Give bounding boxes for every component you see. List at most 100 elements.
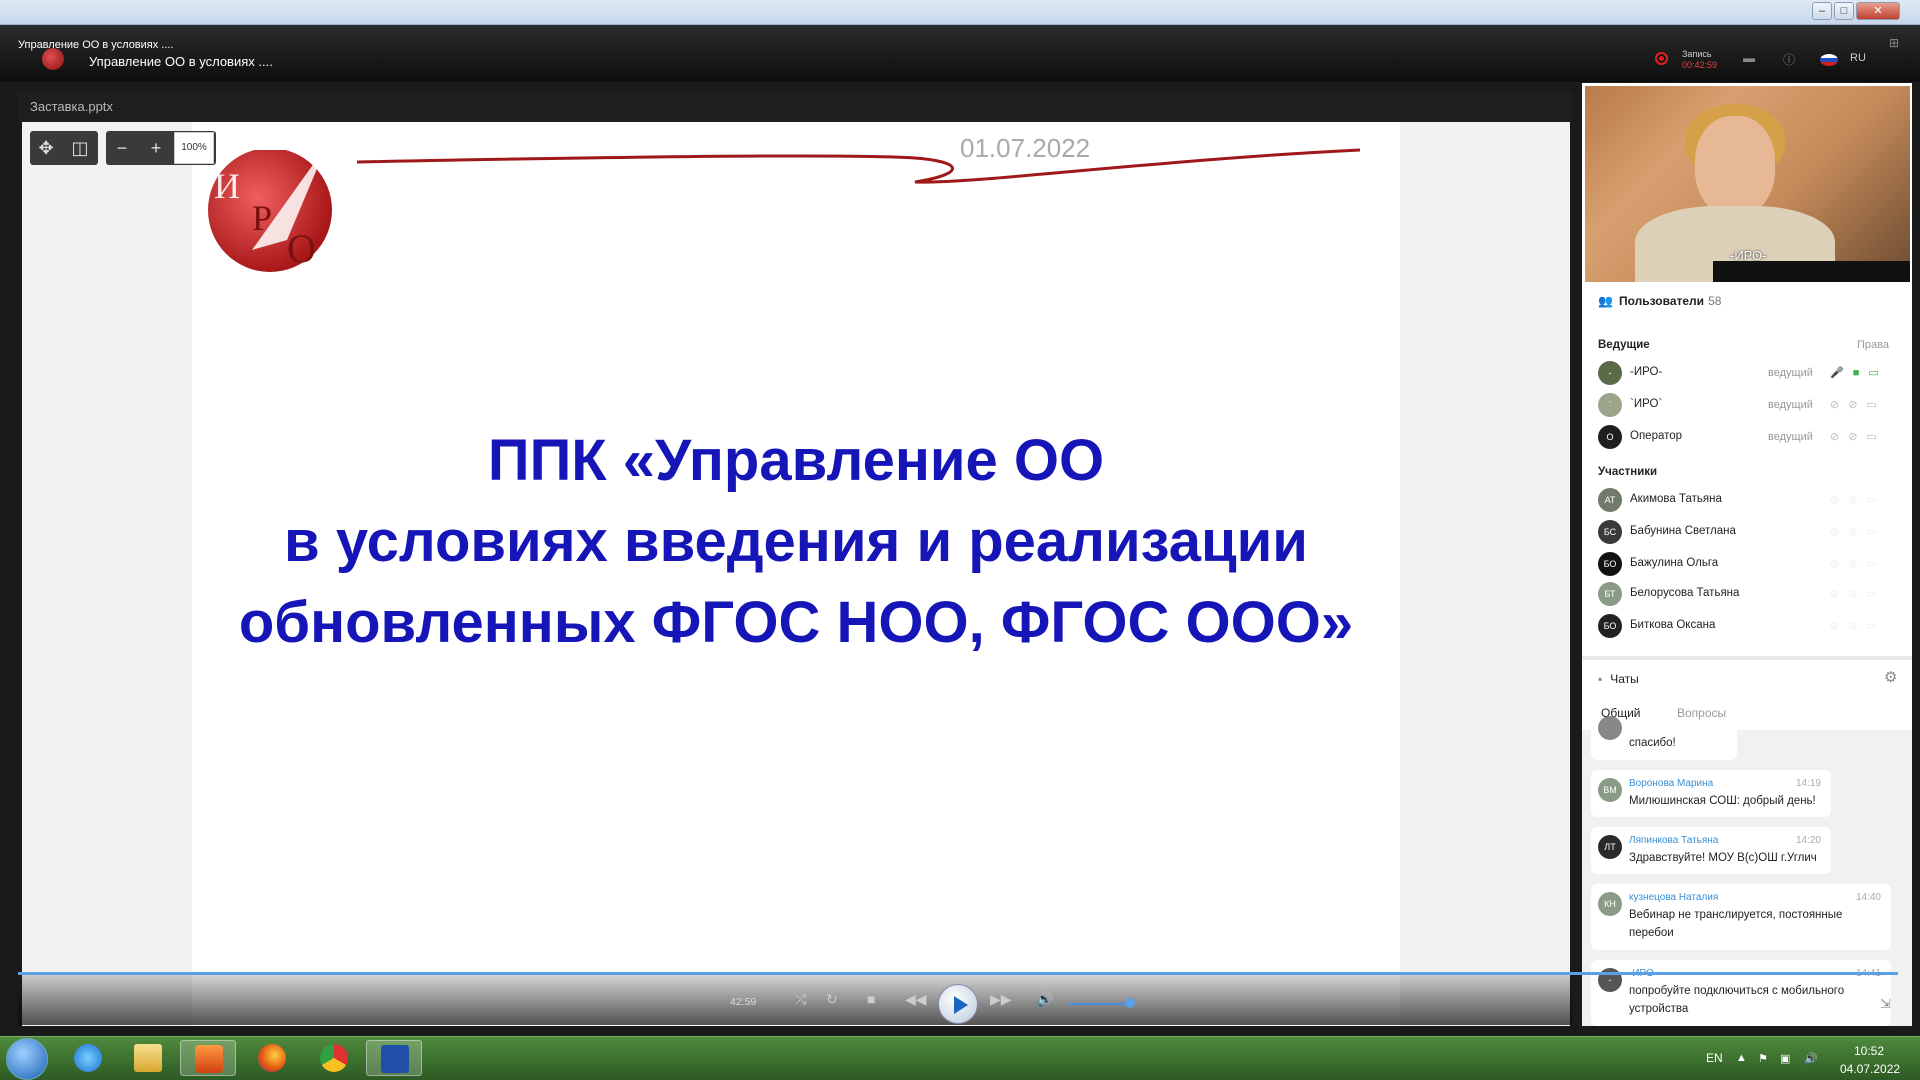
svg-text:Р: Р [252,198,272,238]
avatar: АТ [1598,488,1622,512]
media-player-icon [195,1045,223,1073]
taskbar-internet-explorer[interactable] [60,1040,116,1076]
zoom-in-button[interactable]: + [140,131,172,165]
ie-icon [74,1044,102,1072]
folder-icon[interactable]: ▬ [1741,51,1757,67]
app-logo-icon [42,48,64,70]
rewind-icon[interactable]: ◀◀ [905,991,927,1008]
participant-icons[interactable]: ⊘⊘▭ [1830,557,1886,570]
gear-icon[interactable]: ⚙ [1884,668,1897,686]
host-row[interactable]: О Оператор ведущий ⊘⊘▭ [1598,425,1898,449]
close-button[interactable]: ✕ [1856,2,1900,20]
tab-questions[interactable]: Вопросы [1677,706,1726,720]
participant-icons[interactable]: ⊘⊘▭ [1830,525,1886,538]
taskbar-explorer[interactable] [120,1040,176,1076]
record-time: 00:42:59 [1682,60,1718,70]
participant-row[interactable]: БТ Белорусова Татьяна ⊘⊘▭ [1598,582,1898,606]
taskbar-chrome[interactable] [306,1040,362,1076]
volume-slider[interactable] [1068,1003,1132,1005]
volume-knob[interactable] [1125,998,1135,1008]
play-button[interactable] [938,984,978,1024]
playback-time: 42:59 [730,996,757,1008]
taskbar-word[interactable] [366,1040,422,1076]
participant-name: Акимова Татьяна [1630,493,1722,505]
chat-icon: ▪ [1598,672,1603,686]
os-window-titlebar: – □ ✕ [0,0,1920,25]
avatar: БО [1598,614,1622,638]
slide-title-line-2: в условиях введения и реализации [284,509,1308,574]
tray-flag-icon[interactable]: ⚑ [1758,1052,1768,1065]
chat-time: 14:20 [1795,835,1821,846]
repeat-icon[interactable]: ↻ [826,991,838,1008]
shuffle-icon[interactable]: ⤮ [795,991,806,1008]
tray-language[interactable]: EN [1706,1051,1723,1065]
mic-camera-off-icons[interactable]: ⊘⊘▭ [1830,398,1886,411]
users-header[interactable]: 👥 Пользователи 58 [1598,294,1721,308]
tray-arrow-icon[interactable]: ▲ [1736,1052,1747,1064]
participant-icons[interactable]: ⊘⊘▭ [1830,619,1886,632]
info-icon[interactable]: ⓘ [1781,51,1797,67]
participant-row[interactable]: АТ Акимова Татьяна ⊘⊘▭ [1598,488,1898,512]
taskbar-media-player[interactable] [180,1040,236,1076]
rights-label: Права [1857,339,1889,351]
mic-camera-off-icons[interactable]: ⊘⊘▭ [1830,430,1886,443]
fullscreen-icon[interactable]: ⊞ [1886,36,1902,52]
participant-row[interactable]: БС Бабунина Светлана ⊘⊘▭ [1598,520,1898,544]
tray-volume-icon[interactable]: 🔊 [1804,1052,1818,1065]
host-name: Оператор [1630,430,1683,442]
minimize-button[interactable]: – [1812,2,1832,20]
taskbar-firefox[interactable] [244,1040,300,1076]
stop-icon[interactable]: ■ [867,991,875,1007]
expand-chat-icon[interactable]: ⇲ [1880,996,1891,1012]
host-name: `ИРО` [1630,398,1663,410]
chat-message-text: попробуйте подключиться с мобильного уст… [1629,985,1845,1015]
firefox-icon [258,1044,286,1072]
panel-splitter[interactable] [1582,656,1912,660]
chat-author: кузнецова Наталия [1629,892,1719,903]
word-icon [381,1045,409,1073]
participant-icons[interactable]: ⊘⊘▭ [1830,587,1886,600]
host-row[interactable]: - -ИРО- ведущий 🎤■▭ [1598,361,1898,385]
record-label: Запись [1682,49,1712,59]
folder-icon [134,1044,162,1072]
presentation-file-name: Заставка.pptx [30,99,113,114]
clock-time[interactable]: 10:52 [1854,1044,1884,1058]
users-title: Пользователи [1618,294,1705,308]
host-row[interactable]: ` `ИРО` ведущий ⊘⊘▭ [1598,393,1898,417]
chrome-icon [320,1044,348,1072]
flag-icon[interactable] [1820,54,1838,66]
mic-camera-on-icons[interactable]: 🎤■▭ [1830,366,1888,379]
move-icon[interactable]: ✥ [30,131,62,165]
chat-time: 14:40 [1855,892,1881,903]
participant-row[interactable]: БО Бажулина Ольга ⊘⊘▭ [1598,552,1898,576]
tray-network-icon[interactable]: ▣ [1780,1052,1790,1065]
chat-message: ВМ Воронова Марина 14:19 Милюшинская СОШ… [1591,770,1831,817]
participants-header: Участники [1598,466,1658,478]
clock-date[interactable]: 04.07.2022 [1840,1062,1900,1076]
start-button[interactable] [6,1038,48,1080]
participant-icons[interactable]: ⊘⊘▭ [1830,493,1886,506]
slide-title: ППК «Управление ОО в условиях введения и… [192,420,1400,663]
zoom-level[interactable]: 100% [174,132,214,164]
avatar [1598,716,1622,740]
users-count: 58 [1708,294,1722,308]
avatar: - [1598,361,1622,385]
webcam-monitor [1713,261,1910,282]
volume-icon[interactable]: 🔊 [1036,991,1053,1008]
record-icon[interactable] [1655,52,1668,65]
zoom-out-button[interactable]: − [106,131,138,165]
host-role: ведущий [1768,367,1813,379]
participant-row[interactable]: БО Биткова Оксана ⊘⊘▭ [1598,614,1898,638]
player-top-bar: Управление ОО в условиях .... [0,25,1920,82]
iro-logo: И Р О [208,150,332,272]
presentation-header [18,92,1572,122]
chat-message: КН кузнецова Наталия 14:40 Вебинар не тр… [1591,884,1891,950]
fast-forward-icon[interactable]: ▶▶ [990,991,1012,1008]
avatar: КН [1598,892,1622,916]
avatar: О [1598,425,1622,449]
fit-width-icon[interactable]: ◫ [64,131,96,165]
language-selector[interactable]: RU [1850,52,1866,64]
maximize-button[interactable]: □ [1834,2,1854,20]
chat-header: ▪ Чаты [1598,672,1639,686]
participant-name: Бабунина Светлана [1630,525,1736,537]
